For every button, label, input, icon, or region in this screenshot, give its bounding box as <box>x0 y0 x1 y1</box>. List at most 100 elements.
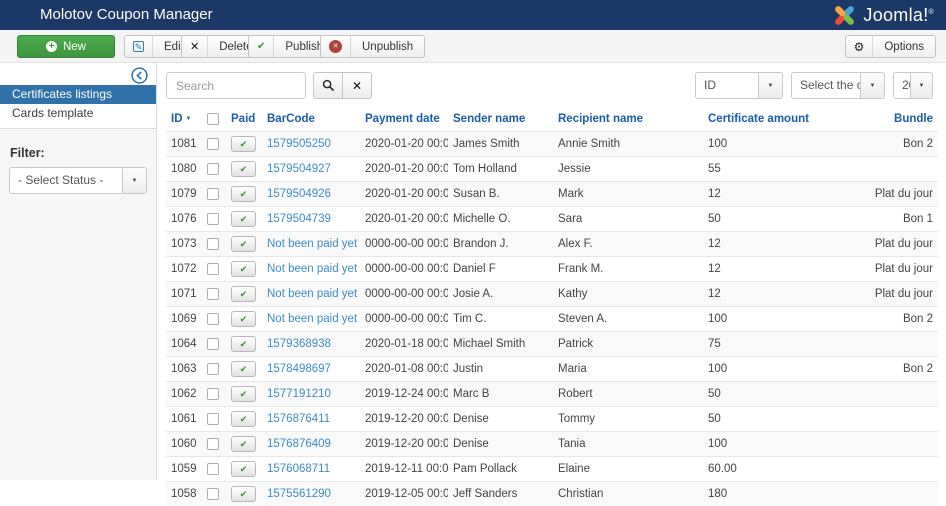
barcode-link[interactable]: 1575561290 <box>267 488 331 500</box>
table-row: 1061✔15768764112019-12-20 00:00:00Denise… <box>166 407 938 432</box>
sort-field-select[interactable]: ID ▼ <box>695 72 783 99</box>
row-checkbox[interactable] <box>207 413 219 425</box>
ordering-select[interactable]: Select the ordering ▼ <box>791 72 885 99</box>
row-checkbox[interactable] <box>207 488 219 500</box>
sidebar-item-cards-template[interactable]: Cards template <box>0 104 156 123</box>
barcode-link[interactable]: 1579504926 <box>267 188 331 200</box>
barcode-link[interactable]: 1578498697 <box>267 363 331 375</box>
column-header-id[interactable]: ID▼ <box>166 106 202 132</box>
search-button-group: ✕ <box>313 72 372 99</box>
column-header-bundle[interactable]: Bundle <box>851 106 938 132</box>
paid-toggle-button[interactable]: ✔ <box>231 161 256 177</box>
barcode-link[interactable]: Not been paid yet <box>267 313 357 325</box>
cell-bundle <box>851 407 938 432</box>
barcode-link[interactable]: 1579504927 <box>267 163 331 175</box>
table-row: 1058✔15755612902019-12-05 00:00:00Jeff S… <box>166 482 938 506</box>
barcode-link[interactable]: Not been paid yet <box>267 288 357 300</box>
cell-bundle: Bon 2 <box>851 132 938 157</box>
barcode-link[interactable]: 1576876409 <box>267 438 331 450</box>
row-checkbox[interactable] <box>207 388 219 400</box>
paid-toggle-button[interactable]: ✔ <box>231 486 256 502</box>
table-row: 1072✔Not been paid yet0000-00-00 00:00:0… <box>166 257 938 282</box>
cell-certificate-amount: 100 <box>703 132 851 157</box>
cell-payment-date: 2020-01-20 00:00:00 <box>360 207 448 232</box>
cell-certificate-amount: 180 <box>703 482 851 506</box>
row-checkbox[interactable] <box>207 363 219 375</box>
page-size-select[interactable]: 20 ▼ <box>893 72 933 99</box>
row-checkbox[interactable] <box>207 238 219 250</box>
barcode-link[interactable]: 1576876411 <box>267 413 330 425</box>
table-row: 1059✔15760687112019-12-11 00:00:00Pam Po… <box>166 457 938 482</box>
paid-toggle-button[interactable]: ✔ <box>231 211 256 227</box>
paid-toggle-button[interactable]: ✔ <box>231 436 256 452</box>
search-input[interactable] <box>166 72 306 99</box>
cell-payment-date: 2019-12-20 00:00:00 <box>360 432 448 457</box>
cell-recipient-name: Elaine <box>553 457 703 482</box>
cell-sender-name: Denise <box>448 432 553 457</box>
new-button[interactable]: + New <box>17 35 115 58</box>
barcode-link[interactable]: Not been paid yet <box>267 238 357 250</box>
cell-id: 1079 <box>166 182 202 207</box>
row-checkbox[interactable] <box>207 288 219 300</box>
collapse-sidebar-icon[interactable] <box>131 67 148 84</box>
sidebar-item-certificates-listings[interactable]: Certificates listings <box>0 85 156 104</box>
paid-toggle-button[interactable]: ✔ <box>231 386 256 402</box>
cell-certificate-amount: 50 <box>703 207 851 232</box>
cell-bundle: Bon 1 <box>851 207 938 232</box>
paid-toggle-button[interactable]: ✔ <box>231 136 256 152</box>
row-checkbox[interactable] <box>207 188 219 200</box>
paid-toggle-button[interactable]: ✔ <box>231 311 256 327</box>
cell-certificate-amount: 60.00 <box>703 457 851 482</box>
edit-pencil-icon: ✎ <box>133 41 144 52</box>
row-checkbox[interactable] <box>207 463 219 475</box>
cell-sender-name: Susan B. <box>448 182 553 207</box>
cell-certificate-amount: 100 <box>703 307 851 332</box>
unpublish-circle-icon: ✕ <box>329 40 342 53</box>
column-header-certificate-amount[interactable]: Certificate amount <box>703 106 851 132</box>
search-submit-button[interactable] <box>313 72 343 99</box>
paid-toggle-button[interactable]: ✔ <box>231 186 256 202</box>
paid-toggle-button[interactable]: ✔ <box>231 286 256 302</box>
paid-toggle-button[interactable]: ✔ <box>231 411 256 427</box>
paid-toggle-button[interactable]: ✔ <box>231 261 256 277</box>
row-checkbox[interactable] <box>207 138 219 150</box>
column-header-recipient-name[interactable]: Recipient name <box>553 106 703 132</box>
status-filter-select[interactable]: - Select Status - ▼ <box>9 167 147 194</box>
table-row: 1076✔15795047392020-01-20 00:00:00Michel… <box>166 207 938 232</box>
page-title: Molotov Coupon Manager <box>40 0 213 30</box>
barcode-link[interactable]: 1577191210 <box>267 388 331 400</box>
paid-toggle-button[interactable]: ✔ <box>231 461 256 477</box>
barcode-link[interactable]: 1579504739 <box>267 213 331 225</box>
barcode-link[interactable]: 1579505250 <box>267 138 331 150</box>
barcode-link[interactable]: 1579368938 <box>267 338 331 350</box>
barcode-link[interactable]: 1576068711 <box>267 463 330 475</box>
cell-id: 1081 <box>166 132 202 157</box>
sidebar-collapse-row <box>0 63 156 85</box>
paid-toggle-button[interactable]: ✔ <box>231 361 256 377</box>
chevron-down-icon: ▼ <box>870 83 876 89</box>
search-clear-button[interactable]: ✕ <box>342 72 372 99</box>
paid-toggle-button[interactable]: ✔ <box>231 236 256 252</box>
cell-bundle <box>851 157 938 182</box>
options-button[interactable]: ⚙ Options <box>845 35 936 58</box>
row-checkbox[interactable] <box>207 338 219 350</box>
chevron-down-icon: ▼ <box>768 83 774 89</box>
certificates-table-wrap: ID▼ Paid BarCode Payment date Sender nam… <box>166 106 938 506</box>
cell-id: 1059 <box>166 457 202 482</box>
cell-sender-name: James Smith <box>448 132 553 157</box>
unpublish-button[interactable]: ✕ Unpublish <box>320 35 425 58</box>
select-all-checkbox[interactable] <box>207 113 219 125</box>
column-header-sender-name[interactable]: Sender name <box>448 106 553 132</box>
table-header-row: ID▼ Paid BarCode Payment date Sender nam… <box>166 106 938 132</box>
row-checkbox[interactable] <box>207 213 219 225</box>
table-row: 1069✔Not been paid yet0000-00-00 00:00:0… <box>166 307 938 332</box>
row-checkbox[interactable] <box>207 438 219 450</box>
paid-toggle-button[interactable]: ✔ <box>231 336 256 352</box>
column-header-payment-date[interactable]: Payment date <box>360 106 448 132</box>
column-header-barcode[interactable]: BarCode <box>262 106 360 132</box>
row-checkbox[interactable] <box>207 263 219 275</box>
row-checkbox[interactable] <box>207 313 219 325</box>
barcode-link[interactable]: Not been paid yet <box>267 263 357 275</box>
row-checkbox[interactable] <box>207 163 219 175</box>
column-header-paid[interactable]: Paid <box>226 106 262 132</box>
